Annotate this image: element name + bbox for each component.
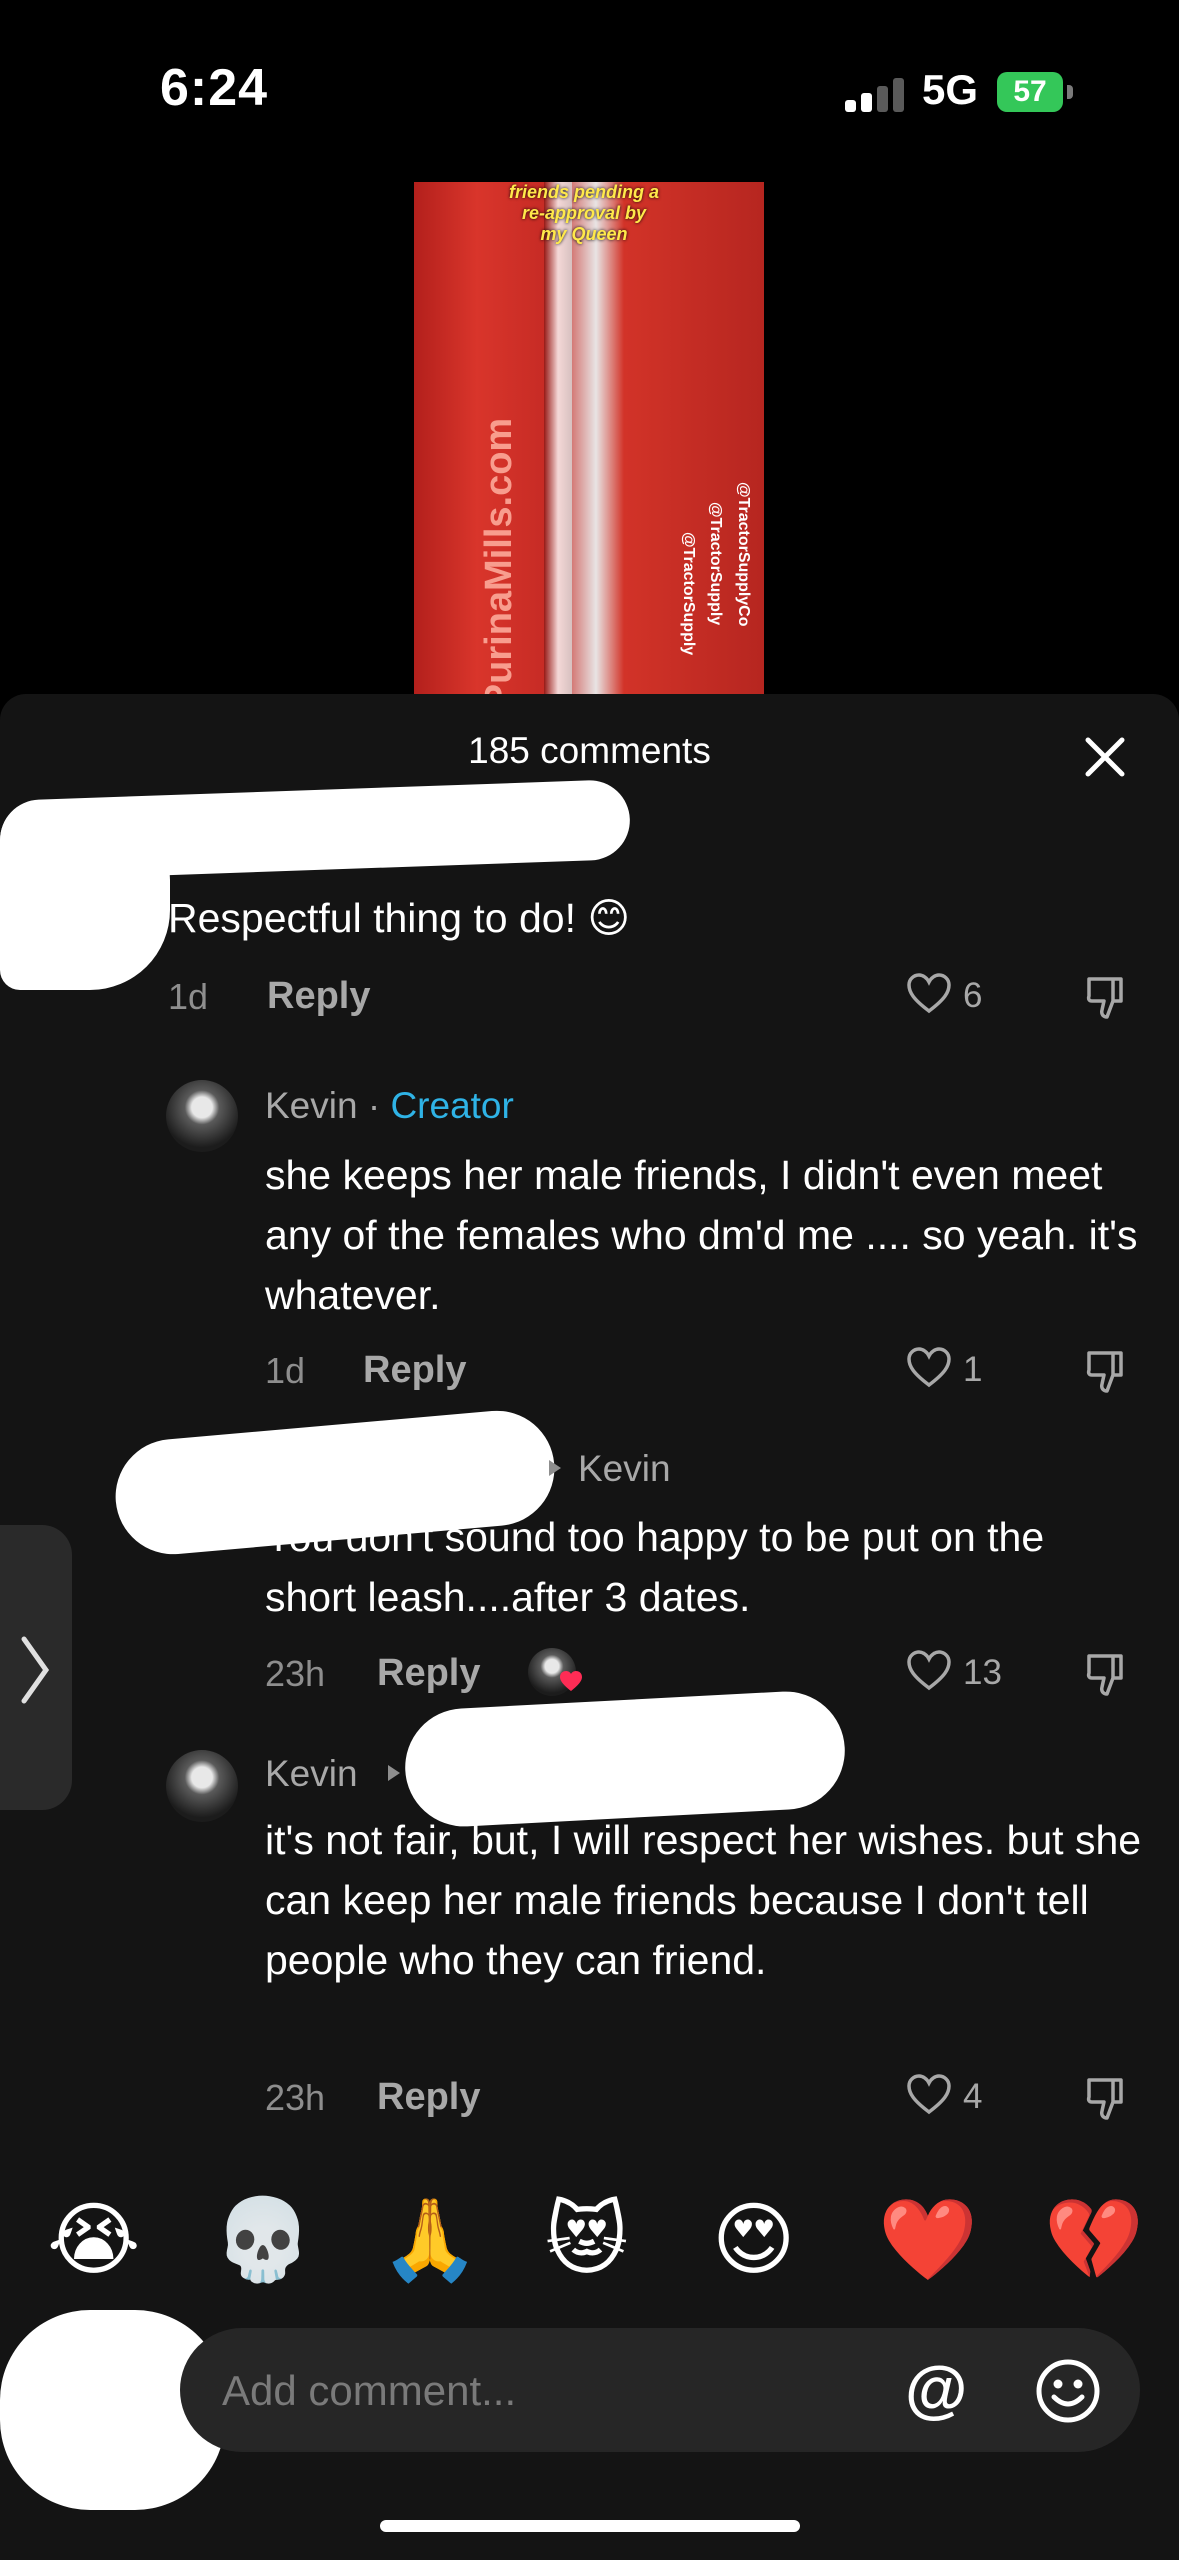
- comment-input[interactable]: [220, 2358, 844, 2424]
- comment-input-bar: @: [180, 2328, 1140, 2452]
- box-handle-text: @TractorSupply: [680, 532, 697, 656]
- comment-time: 23h: [265, 2077, 326, 2118]
- mention-icon[interactable]: @: [905, 2352, 967, 2426]
- comment-time: 23h: [265, 1653, 326, 1694]
- box-edge: [544, 182, 572, 694]
- comment-time: 1d: [265, 1350, 306, 1391]
- creator-badge: Creator: [390, 1085, 514, 1126]
- video-overlay-text: friends pending a re-approval by my Quee…: [509, 182, 660, 244]
- like-count: 1: [963, 1350, 983, 1389]
- creator-liked-heart-icon: [560, 1671, 582, 1691]
- video-preview[interactable]: friends pending a re-approval by my Quee…: [414, 182, 764, 694]
- emoji-pray-button[interactable]: 🙏: [380, 2195, 480, 2285]
- reply-button[interactable]: Reply: [267, 975, 370, 1018]
- signal-icon: [845, 78, 905, 112]
- heart-icon: [907, 1347, 951, 1388]
- side-panel-tab[interactable]: [0, 1525, 72, 1810]
- network-type: 5G: [922, 66, 979, 113]
- comment-text: You don't sound too happy to be put on t…: [265, 1514, 1045, 1620]
- status-bar: 6:24 5G 57: [0, 0, 1179, 170]
- reply-button[interactable]: Reply: [363, 1349, 466, 1392]
- battery-icon: 57: [997, 72, 1077, 112]
- comment-text: she keeps her male friends, I didn't eve…: [265, 1152, 1138, 1318]
- avatar[interactable]: [166, 1750, 238, 1822]
- heart-icon: [907, 973, 951, 1014]
- redacted-username: [402, 1688, 848, 1830]
- comment-text: Respectful thing to do! 😊: [168, 895, 631, 941]
- like-count: 6: [963, 976, 983, 1015]
- emoji-heart-eyes-button[interactable]: 😍: [712, 2195, 795, 2285]
- reply-button[interactable]: Reply: [377, 2076, 480, 2119]
- dislike-icon[interactable]: [1083, 2074, 1131, 2122]
- emoji-skull-button[interactable]: 💀: [213, 2195, 313, 2285]
- comment-author[interactable]: Kevin · Creator: [265, 1085, 514, 1127]
- author-separator: ·: [367, 1085, 381, 1126]
- reply-arrow-icon: [388, 1765, 400, 1781]
- dislike-icon[interactable]: [1083, 973, 1131, 1021]
- emoji-picker-icon[interactable]: [1035, 2358, 1101, 2424]
- close-icon[interactable]: [1078, 730, 1132, 784]
- box-handle-text: @TractorSupplyCo: [735, 482, 752, 627]
- author-name: Kevin: [265, 1085, 358, 1126]
- emoji-broken-heart-button[interactable]: 💔: [1044, 2195, 1144, 2285]
- like-button[interactable]: 13: [905, 1647, 1035, 1695]
- emoji-red-heart-button[interactable]: ❤️: [878, 2195, 978, 2285]
- heart-icon: [907, 2074, 951, 2115]
- emoji-crying-button[interactable]: 😭: [47, 2195, 140, 2285]
- status-time: 6:24: [160, 59, 269, 117]
- reply-button[interactable]: Reply: [377, 1652, 480, 1695]
- author-name[interactable]: Kevin: [265, 1753, 358, 1795]
- like-button[interactable]: 4: [905, 2071, 1015, 2119]
- comments-count-title: 185 comments: [468, 730, 711, 771]
- comment-text: it's not fair, but, I will respect her w…: [265, 1817, 1142, 1983]
- emoji-heart-eyes-cat-button[interactable]: 😻: [545, 2195, 628, 2285]
- comment-time: 1d: [168, 976, 209, 1017]
- like-button[interactable]: 1: [905, 1344, 1015, 1392]
- like-count: 4: [963, 2077, 983, 2116]
- home-indicator: [380, 2520, 800, 2532]
- redacted-avatar: [0, 800, 170, 990]
- dislike-icon[interactable]: [1083, 1347, 1131, 1395]
- reply-to-author[interactable]: Kevin: [578, 1448, 671, 1490]
- heart-icon: [907, 1650, 951, 1691]
- like-count: 13: [963, 1653, 1002, 1692]
- reply-arrow-icon: [549, 1460, 561, 1476]
- box-handle-text: @TractorSupply: [707, 502, 724, 626]
- dislike-icon[interactable]: [1083, 1650, 1131, 1698]
- chevron-right-icon: [21, 1636, 50, 1704]
- like-button[interactable]: 6: [905, 970, 1015, 1018]
- box-brand-text: PurinaMills.com: [478, 417, 521, 694]
- battery-level: 57: [997, 72, 1063, 112]
- avatar[interactable]: [166, 1080, 238, 1152]
